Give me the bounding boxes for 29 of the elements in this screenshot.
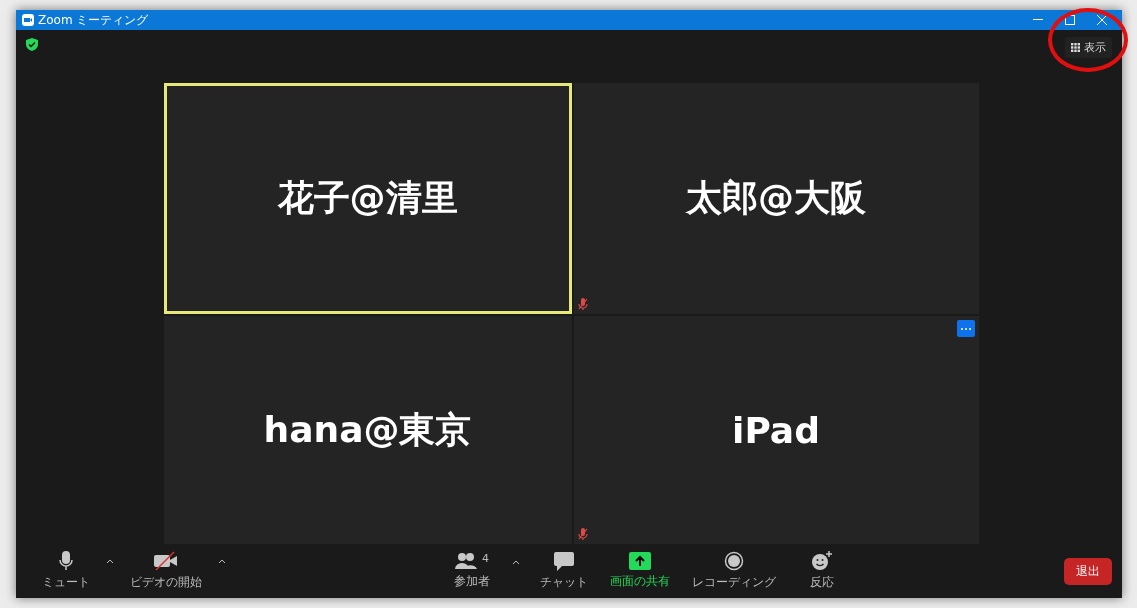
participants-button[interactable]: 4 参加者 [442,548,502,594]
shield-check-icon[interactable] [26,38,38,51]
video-off-icon [154,551,178,571]
mic-button[interactable]: ミュート [36,547,96,595]
participant-name: 太郎@大阪 [686,176,866,220]
participant-name: iPad [732,409,820,451]
chat-button[interactable]: チャット [534,547,594,595]
window-title: Zoom ミーティング [38,11,150,29]
share-screen-icon [629,552,651,570]
dots-icon [960,327,971,330]
participant-name: 花子@清里 [277,176,458,220]
smiley-plus-icon [811,551,833,571]
camera-app-icon [22,14,34,26]
close-icon [1097,15,1107,25]
share-button[interactable]: 画面の共有 [604,548,676,594]
microphone-icon [59,551,73,571]
record-button[interactable]: レコーディング [686,547,782,595]
people-icon [455,552,477,570]
view-button[interactable]: 表示 [1065,37,1112,58]
participant-count: 4 [482,552,489,565]
leave-button[interactable]: 退出 [1064,557,1112,585]
chat-bubble-icon [554,551,574,571]
maximize-icon [1065,15,1075,25]
reactions-button[interactable]: 反応 [792,547,852,595]
grid-icon [1071,43,1080,52]
more-button[interactable] [956,320,975,337]
minimize-icon [1033,19,1043,21]
record-icon [724,551,744,571]
participant-name: hana@東京 [263,407,472,452]
